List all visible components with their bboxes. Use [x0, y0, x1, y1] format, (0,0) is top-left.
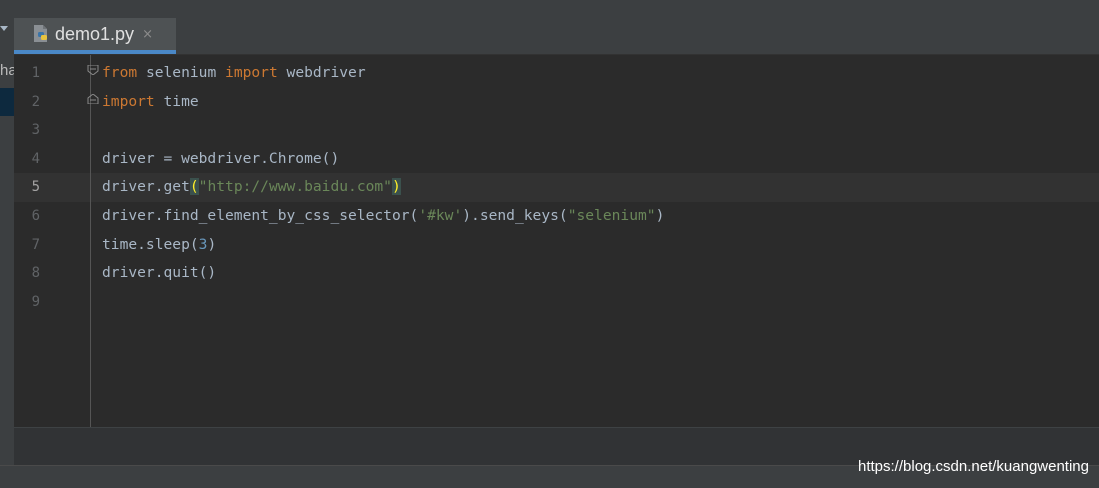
code-token: "selenium" [567, 206, 656, 224]
code-token: ) [655, 206, 665, 224]
code-token: ) [391, 178, 401, 196]
code-line[interactable]: driver.get("http://www.baidu.com") [102, 173, 664, 202]
code-token: ).send_keys( [462, 206, 568, 224]
code-line[interactable] [102, 116, 664, 145]
code-token: from [102, 64, 138, 81]
line-number: 4 [31, 150, 40, 167]
line-number-gutter: 1 2 3 4 5 6 7 8 9 [14, 59, 40, 316]
project-panel-strip[interactable]: ha [0, 0, 17, 465]
code-token: selenium [137, 64, 226, 81]
line-number: 9 [31, 293, 40, 310]
line-number: 6 [31, 207, 40, 224]
code-line[interactable]: time.sleep(3) [102, 231, 664, 260]
code-token: driver = webdriver.Chrome() [102, 149, 340, 167]
line-number: 7 [31, 236, 40, 253]
code-line[interactable]: from selenium import webdriver [102, 59, 664, 88]
fold-end-marker-icon[interactable] [87, 94, 99, 104]
code-token: driver.quit() [102, 264, 217, 282]
toolbar-strip [14, 0, 1099, 19]
code-editor[interactable]: 1 2 3 4 5 6 7 8 9 from selenium import webdriver… [14, 55, 1099, 427]
code-line[interactable]: driver.find_element_by_css_selector('#kw… [102, 202, 664, 231]
code-token: '#kw' [418, 206, 463, 224]
line-number: 2 [31, 93, 40, 110]
project-tree-selected-row[interactable] [0, 88, 14, 116]
line-number: 8 [31, 265, 40, 282]
line-number: 1 [31, 65, 40, 81]
code-line[interactable]: driver = webdriver.Chrome() [102, 145, 664, 174]
close-icon[interactable]: × [142, 27, 153, 42]
code-token: time.sleep( [102, 235, 199, 253]
line-number: 3 [31, 122, 40, 139]
code-token: driver.get [102, 178, 190, 196]
editor-tab-demo1[interactable]: demo1.py × [14, 18, 176, 54]
python-file-icon [31, 24, 51, 44]
code-line[interactable]: driver.quit() [102, 259, 664, 288]
gutter-divider [90, 55, 91, 427]
code-token: "http://www.baidu.com" [198, 178, 392, 196]
code-token: import [102, 92, 155, 110]
watermark-text: https://blog.csdn.net/kuangwenting [858, 458, 1089, 475]
code-line[interactable]: import time [102, 88, 664, 117]
line-number: 5 [31, 179, 40, 196]
editor-tab-bar: demo1.py × [14, 18, 1099, 55]
tab-filename: demo1.py [55, 23, 135, 44]
code-area[interactable]: from selenium import webdriver import tim… [102, 59, 664, 316]
fold-marker-icon[interactable] [87, 65, 99, 75]
code-token: driver.find_element_by_css_selector( [102, 206, 419, 224]
code-token: webdriver [277, 64, 366, 81]
code-line[interactable] [102, 288, 664, 317]
code-token: ) [207, 235, 217, 253]
code-token: time [154, 92, 199, 110]
chevron-down-icon[interactable] [0, 26, 8, 31]
code-token: import [225, 64, 278, 81]
code-token: ( [189, 178, 199, 196]
